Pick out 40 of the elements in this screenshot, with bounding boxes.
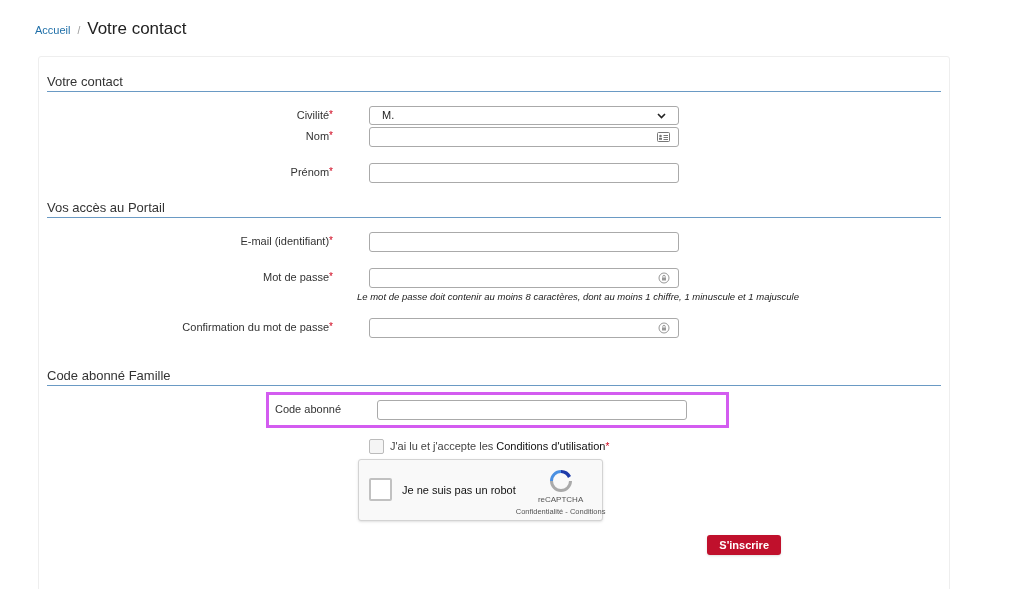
field-label: Confirmation du mot de passe (182, 321, 330, 334)
breadcrumb-separator: / (77, 24, 81, 38)
required-mark: * (329, 109, 333, 120)
breadcrumb-link[interactable]: Accueil (35, 22, 71, 39)
captcha-brand: reCAPTCHA (537, 494, 584, 507)
terms-text: J'ai lu et j'accepte les (390, 439, 494, 455)
required-mark: * (605, 440, 610, 454)
field-label: E-mail (identifiant) (240, 235, 330, 247)
input-field[interactable] (377, 400, 687, 421)
key-lock-icon (658, 272, 670, 284)
password-hint: Le mot de passe doit contenir au moins 8 caractères, dont au moins 1 chiffre, 1 minuscule et 1 majuscule (357, 290, 800, 304)
captcha-label: Je ne suis pas un robot (402, 482, 516, 498)
section-heading: Votre contact (47, 74, 941, 92)
required-mark: * (329, 321, 333, 333)
field-label: Nom (305, 130, 330, 142)
required-mark: * (329, 130, 333, 141)
key-lock-icon (658, 322, 670, 335)
required-mark: * (329, 166, 333, 177)
input-field[interactable] (369, 268, 679, 288)
captcha-logo-icon (547, 468, 574, 495)
captcha-checkbox[interactable] (369, 478, 392, 502)
submit-button[interactable]: S'inscrire (707, 534, 781, 555)
required-mark: * (329, 271, 333, 282)
contact-card-icon (657, 132, 670, 142)
page-title: Votre contact (87, 18, 187, 40)
checkbox[interactable] (369, 439, 384, 454)
section-heading: Vos accès au Portail (47, 200, 941, 218)
input-field[interactable] (369, 163, 679, 183)
required-mark: * (329, 235, 333, 246)
input-field[interactable] (369, 232, 679, 252)
input-field[interactable] (369, 127, 679, 147)
section-heading: Code abonné Famille (47, 368, 941, 387)
chevron-down-icon (657, 112, 666, 119)
select-field[interactable]: M. (369, 106, 679, 125)
field-label: Civilité (296, 109, 330, 121)
field-label: Code abonné (274, 403, 341, 416)
input-field[interactable] (369, 318, 679, 339)
terms-link[interactable]: Conditions d'utilisation (496, 438, 606, 455)
field-label: Prénom (290, 166, 330, 178)
field-label: Mot de passe (263, 271, 330, 283)
